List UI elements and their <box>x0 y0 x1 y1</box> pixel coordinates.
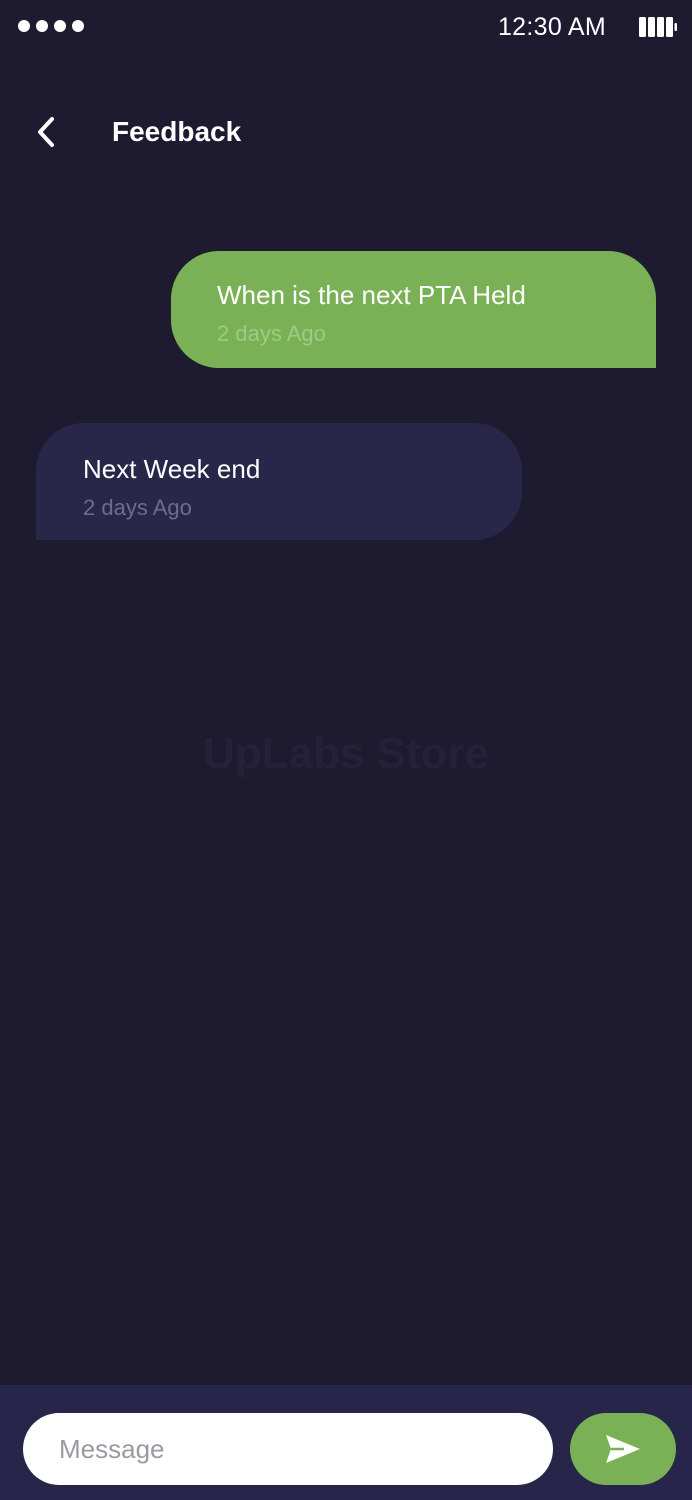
message-input[interactable] <box>23 1413 553 1485</box>
signal-dots-icon <box>18 20 84 32</box>
status-bar: 12:30 AM <box>0 0 692 56</box>
watermark: UpLabs Store <box>202 729 490 778</box>
back-button[interactable] <box>26 112 66 152</box>
battery-icon <box>639 17 677 37</box>
message-text: When is the next PTA Held <box>217 280 526 310</box>
chevron-left-icon <box>38 117 54 147</box>
page-title: Feedback <box>112 116 242 147</box>
message-bubble-sent[interactable]: When is the next PTA Held 2 days Ago <box>171 251 656 368</box>
send-button[interactable] <box>570 1413 676 1485</box>
message-bubble-received[interactable]: Next Week end 2 days Ago <box>36 423 522 540</box>
message-timestamp: 2 days Ago <box>83 495 192 520</box>
message-text: Next Week end <box>83 454 261 484</box>
app-header: Feedback <box>0 96 692 168</box>
status-time: 12:30 AM <box>497 13 606 41</box>
send-icon <box>606 1435 640 1463</box>
message-timestamp: 2 days Ago <box>217 321 326 346</box>
message-composer <box>0 1385 692 1500</box>
